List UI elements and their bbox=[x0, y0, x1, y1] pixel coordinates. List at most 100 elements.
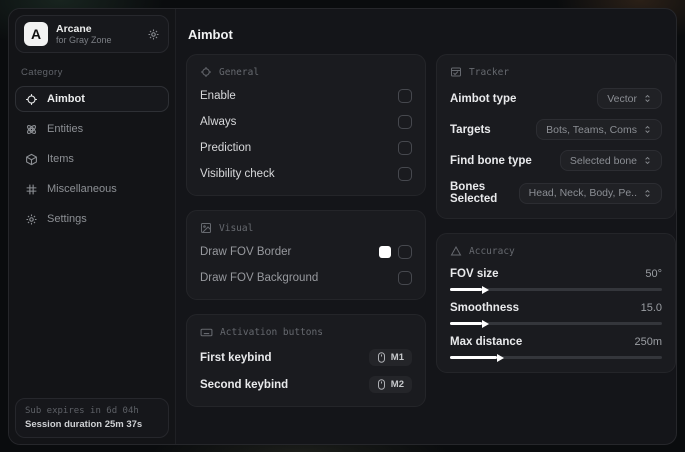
smoothness-value: 15.0 bbox=[640, 302, 662, 314]
fov-size-value: 50° bbox=[645, 268, 662, 280]
first-keybind-button[interactable]: M1 bbox=[368, 349, 412, 366]
card-header-label: Visual bbox=[219, 222, 254, 234]
setting-label: Draw FOV Background bbox=[200, 272, 319, 284]
card-header-label: General bbox=[219, 66, 260, 78]
crosshair-icon bbox=[200, 66, 212, 78]
sidebar-item-items[interactable]: Items bbox=[15, 146, 169, 172]
brand-settings-gear-icon[interactable] bbox=[147, 28, 160, 41]
setting-row: Visibility check bbox=[200, 166, 412, 182]
chevron-up-down-icon bbox=[643, 125, 652, 134]
setting-row: Aimbot type Vector bbox=[450, 88, 662, 109]
sub-expires-text: Sub expires in 6d 04h bbox=[25, 406, 139, 416]
triangle-icon bbox=[450, 245, 462, 257]
setting-label: Enable bbox=[200, 90, 236, 102]
setting-label: Targets bbox=[450, 123, 491, 136]
keybind-value: M1 bbox=[390, 352, 404, 363]
right-column: Tracker Aimbot type Vector Targets Bots,… bbox=[436, 54, 676, 373]
setting-label: First keybind bbox=[200, 351, 272, 364]
brand-subtitle: for Gray Zone bbox=[56, 34, 112, 45]
keybind-value: M2 bbox=[390, 379, 404, 390]
setting-row: Targets Bots, Teams, Coms bbox=[450, 119, 662, 140]
sidebar-item-label: Aimbot bbox=[47, 93, 85, 105]
crosshair-icon bbox=[25, 93, 38, 106]
select-value: Bots, Teams, Coms bbox=[546, 123, 637, 136]
aimbot-type-select[interactable]: Vector bbox=[597, 88, 662, 109]
gear-icon bbox=[25, 213, 38, 226]
draw-fov-background-checkbox[interactable] bbox=[398, 271, 412, 285]
bones-selected-select[interactable]: Head, Neck, Body, Pe.. bbox=[518, 182, 662, 204]
session-duration-text: Session duration 25m 37s bbox=[25, 419, 143, 430]
sidebar-item-aimbot[interactable]: Aimbot bbox=[15, 86, 169, 112]
accuracy-card: Accuracy FOV size 50° Smoothness 15.0 Ma… bbox=[436, 233, 676, 373]
sidebar-item-entities[interactable]: Entities bbox=[15, 116, 169, 142]
setting-label: Draw FOV Border bbox=[200, 246, 292, 258]
activation-buttons-card: Activation buttons First keybind M1 Seco… bbox=[186, 314, 426, 407]
targets-select[interactable]: Bots, Teams, Coms bbox=[536, 119, 662, 140]
slider-fill bbox=[450, 356, 497, 359]
prediction-checkbox[interactable] bbox=[398, 141, 412, 155]
select-value: Vector bbox=[607, 92, 637, 105]
sidebar-nav: Aimbot Entities Items Miscellaneous Sett… bbox=[15, 86, 169, 232]
tracker-card: Tracker Aimbot type Vector Targets Bots,… bbox=[436, 54, 676, 219]
find-bone-type-select[interactable]: Selected bone bbox=[559, 150, 662, 171]
setting-label: Always bbox=[200, 116, 237, 128]
mouse-icon bbox=[377, 379, 386, 390]
setting-row: Draw FOV Border bbox=[200, 244, 412, 260]
left-column: General Enable Always Prediction Visibil… bbox=[186, 54, 426, 407]
slider-row: FOV size 50° bbox=[450, 268, 662, 291]
brand-card: A Arcane for Gray Zone bbox=[15, 15, 169, 53]
brand-title: Arcane bbox=[56, 22, 92, 35]
sidebar-item-label: Settings bbox=[47, 213, 87, 225]
setting-row: Always bbox=[200, 114, 412, 130]
visibility-check-checkbox[interactable] bbox=[398, 167, 412, 181]
card-header-label: Tracker bbox=[469, 66, 510, 78]
chevron-up-down-icon bbox=[643, 189, 652, 198]
slider-fill bbox=[450, 322, 482, 325]
brand-logo: A bbox=[24, 22, 48, 46]
brand-text: Arcane for Gray Zone bbox=[56, 23, 139, 46]
keyboard-icon bbox=[200, 326, 213, 339]
image-icon bbox=[200, 222, 212, 234]
category-label: Category bbox=[21, 67, 63, 78]
setting-label: Bones Selected bbox=[450, 181, 498, 205]
fov-border-color-swatch[interactable] bbox=[379, 246, 391, 258]
setting-row: First keybind M1 bbox=[200, 349, 412, 366]
select-value: Selected bone bbox=[569, 154, 637, 167]
draw-fov-border-checkbox[interactable] bbox=[398, 245, 412, 259]
sidebar-item-label: Miscellaneous bbox=[47, 183, 117, 195]
setting-row: Second keybind M2 bbox=[200, 376, 412, 393]
always-checkbox[interactable] bbox=[398, 115, 412, 129]
general-card: General Enable Always Prediction Visibil… bbox=[186, 54, 426, 196]
fov-size-slider[interactable] bbox=[450, 288, 662, 291]
grid-icon bbox=[25, 183, 38, 196]
sidebar: A Arcane for Gray Zone Category Aimbot E… bbox=[9, 9, 176, 444]
max-distance-value: 250m bbox=[634, 336, 662, 348]
subscription-info-card: Sub expires in 6d 04h Session duration 2… bbox=[15, 398, 169, 438]
setting-row: Prediction bbox=[200, 140, 412, 156]
card-header-label: Activation buttons bbox=[220, 327, 323, 338]
slider-row: Max distance 250m bbox=[450, 336, 662, 359]
setting-label: Second keybind bbox=[200, 378, 289, 391]
scan-icon bbox=[450, 66, 462, 78]
sidebar-item-miscellaneous[interactable]: Miscellaneous bbox=[15, 176, 169, 202]
chevron-up-down-icon bbox=[643, 94, 652, 103]
app-window: A Arcane for Gray Zone Category Aimbot E… bbox=[8, 8, 677, 445]
sidebar-item-label: Items bbox=[47, 153, 74, 165]
visual-card: Visual Draw FOV Border Draw FOV Backgrou… bbox=[186, 210, 426, 300]
smoothness-slider[interactable] bbox=[450, 322, 662, 325]
setting-row: Find bone type Selected bone bbox=[450, 150, 662, 171]
setting-row: Enable bbox=[200, 88, 412, 104]
page-title: Aimbot bbox=[188, 27, 233, 42]
package-icon bbox=[25, 153, 38, 166]
setting-label: FOV size bbox=[450, 268, 499, 280]
enable-checkbox[interactable] bbox=[398, 89, 412, 103]
max-distance-slider[interactable] bbox=[450, 356, 662, 359]
sidebar-item-settings[interactable]: Settings bbox=[15, 206, 169, 232]
setting-label: Max distance bbox=[450, 336, 523, 348]
main-panel: Aimbot General Enable Always Prediction … bbox=[176, 9, 676, 444]
second-keybind-button[interactable]: M2 bbox=[368, 376, 412, 393]
setting-label: Smoothness bbox=[450, 302, 520, 314]
mouse-icon bbox=[377, 352, 386, 363]
setting-label: Prediction bbox=[200, 142, 252, 154]
setting-label: Visibility check bbox=[200, 168, 275, 180]
